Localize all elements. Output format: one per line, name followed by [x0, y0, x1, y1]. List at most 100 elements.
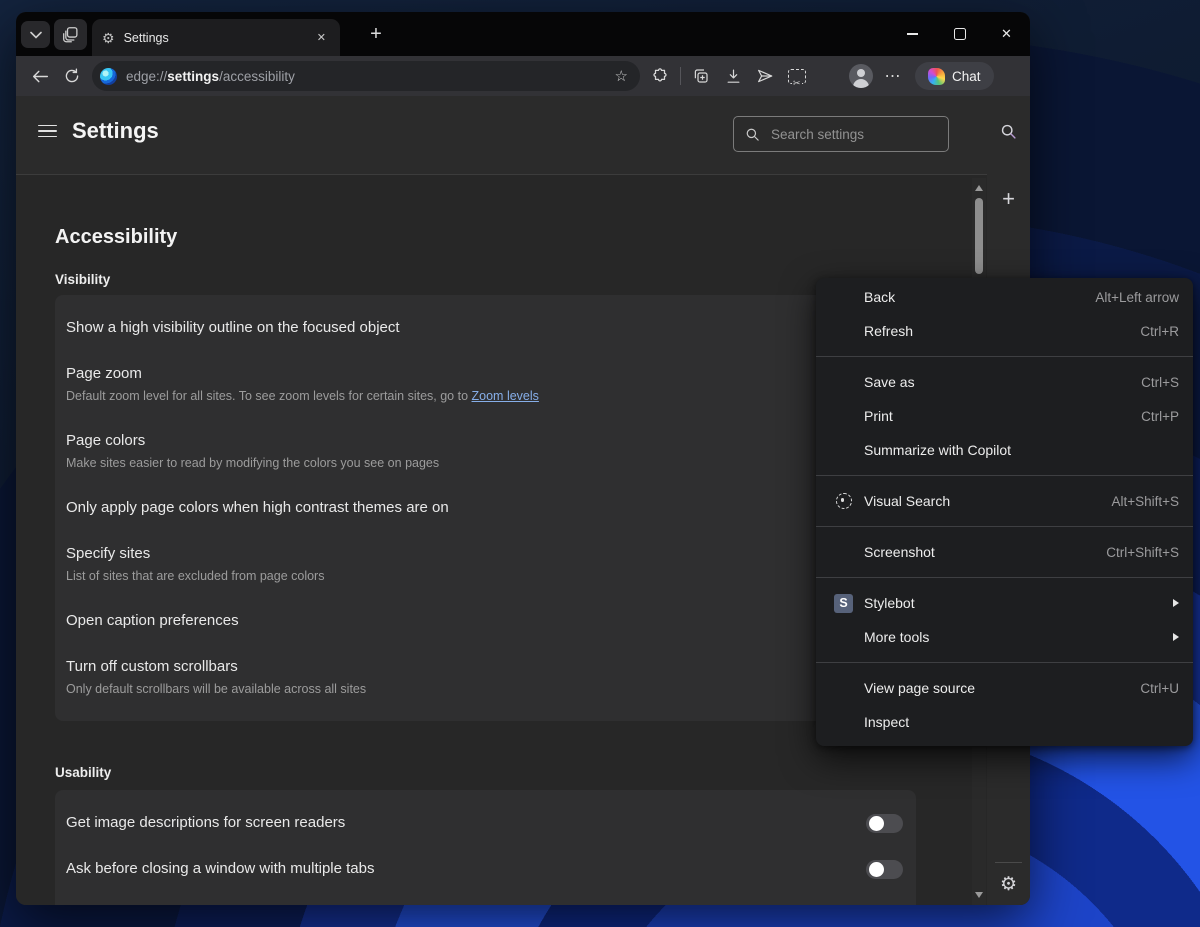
- downloads-button[interactable]: [717, 61, 749, 91]
- close-button[interactable]: ✕: [983, 12, 1030, 56]
- menu-item-shortcut: Alt+Shift+S: [1111, 494, 1179, 509]
- chevron-down-icon: [30, 31, 42, 39]
- ellipsis-icon: ⋯: [885, 66, 902, 86]
- menu-item-label: Inspect: [864, 714, 909, 730]
- settings-and-more-button[interactable]: ⋯: [877, 61, 909, 91]
- setting-row[interactable]: Page colors Make sites easier to read by…: [55, 418, 916, 485]
- menu-item-back[interactable]: Back Alt+Left arrow: [816, 280, 1193, 314]
- sidebar-add-button[interactable]: +: [987, 186, 1030, 212]
- menu-item-inspect[interactable]: Inspect: [816, 705, 1193, 739]
- menu-item-label: Save as: [864, 374, 915, 390]
- zoom-levels-link[interactable]: Zoom levels: [472, 389, 539, 403]
- menu-item-print[interactable]: Print Ctrl+P: [816, 399, 1193, 433]
- chat-label: Chat: [952, 69, 981, 84]
- scroll-down-arrow-icon[interactable]: [975, 892, 983, 898]
- copilot-chat-button[interactable]: Chat: [915, 62, 994, 90]
- refresh-button[interactable]: [56, 61, 88, 91]
- setting-title: Show a high visibility outline on the fo…: [66, 318, 400, 338]
- menu-item-more-tools[interactable]: More tools: [816, 620, 1193, 654]
- menu-item-screenshot[interactable]: Screenshot Ctrl+Shift+S: [816, 535, 1193, 569]
- section-heading-visibility: Visibility: [55, 272, 110, 287]
- menu-item-label: Summarize with Copilot: [864, 442, 1011, 458]
- setting-row[interactable]: Ask before closing a window with multipl…: [55, 846, 916, 892]
- collections-button[interactable]: [685, 61, 717, 91]
- setting-title: Turn off custom scrollbars: [66, 657, 366, 677]
- sidebar-settings-button[interactable]: ⚙: [987, 871, 1030, 897]
- address-bar[interactable]: edge://settings/accessibility ☆: [92, 61, 640, 91]
- tab-strip: ⚙ Settings ✕ + ✕: [16, 12, 1030, 56]
- url-scheme: edge://: [126, 69, 167, 84]
- menu-item-shortcut: Ctrl+S: [1141, 375, 1179, 390]
- avatar: [849, 64, 873, 88]
- setting-row[interactable]: Only apply page colors when high contras…: [55, 485, 916, 531]
- setting-title: Ask before closing a window with multipl…: [66, 859, 374, 879]
- copilot-logo-icon: [928, 68, 945, 85]
- description-text: Default zoom level for all sites. To see…: [66, 389, 472, 403]
- menu-item-save-as[interactable]: Save as Ctrl+S: [816, 365, 1193, 399]
- download-icon: [725, 68, 742, 85]
- setting-row[interactable]: Page zoom Default zoom level for all sit…: [55, 351, 916, 418]
- setting-row[interactable]: Get image descriptions for screen reader…: [55, 800, 916, 846]
- web-capture-button[interactable]: ✂: [781, 61, 813, 91]
- menu-item-label: Visual Search: [864, 493, 950, 509]
- visual-search-icon: [832, 490, 855, 513]
- settings-nav-title: Settings: [72, 118, 159, 144]
- setting-row[interactable]: Turn off custom scrollbars Only default …: [55, 644, 916, 711]
- minimize-button[interactable]: [889, 12, 936, 56]
- setting-title: Open caption preferences: [66, 611, 239, 631]
- refresh-icon: [64, 68, 80, 84]
- menu-item-shortcut: Alt+Left arrow: [1095, 290, 1179, 305]
- favorite-star-icon[interactable]: ☆: [615, 67, 628, 85]
- context-menu: Back Alt+Left arrow Refresh Ctrl+R Save …: [816, 278, 1193, 746]
- settings-search-input[interactable]: [769, 126, 937, 143]
- setting-row[interactable]: Specify sites List of sites that are exc…: [55, 531, 916, 598]
- url-text[interactable]: edge://settings/accessibility: [126, 69, 295, 84]
- setting-title: Only apply page colors when high contras…: [66, 498, 449, 518]
- menu-item-stylebot[interactable]: S Stylebot: [816, 586, 1193, 620]
- url-host: settings: [167, 69, 219, 84]
- visibility-card: Show a high visibility outline on the fo…: [55, 295, 916, 721]
- share-button[interactable]: [813, 61, 845, 91]
- toolbar-divider: [680, 67, 681, 85]
- menu-divider: [816, 356, 1193, 357]
- menu-item-label: Back: [864, 289, 895, 305]
- profile-button[interactable]: [845, 61, 877, 91]
- back-button[interactable]: [24, 61, 56, 91]
- setting-description: List of sites that are excluded from pag…: [66, 568, 324, 585]
- setting-row[interactable]: Show a high visibility outline on the fo…: [55, 305, 916, 351]
- menu-item-visual-search[interactable]: Visual Search Alt+Shift+S: [816, 484, 1193, 518]
- menu-item-refresh[interactable]: Refresh Ctrl+R: [816, 314, 1193, 348]
- scroll-up-arrow-icon[interactable]: [975, 185, 983, 191]
- submenu-arrow-icon: [1173, 599, 1179, 607]
- setting-description: Only default scrollbars will be availabl…: [66, 681, 366, 698]
- minimize-icon: [907, 33, 918, 34]
- new-tab-button[interactable]: +: [362, 20, 390, 48]
- tab-actions-menu-button[interactable]: [21, 21, 50, 48]
- setting-row[interactable]: [55, 892, 916, 905]
- tab-settings[interactable]: ⚙ Settings ✕: [92, 19, 340, 56]
- menu-divider: [816, 577, 1193, 578]
- toggle-off[interactable]: [866, 814, 903, 833]
- search-icon: [1000, 123, 1017, 140]
- menu-item-shortcut: Ctrl+R: [1140, 324, 1179, 339]
- toggle-off[interactable]: [866, 860, 903, 879]
- paper-plane-icon: [756, 67, 774, 85]
- workspaces-icon: [62, 26, 79, 43]
- setting-row[interactable]: Open caption preferences: [55, 598, 916, 644]
- toolbar: edge://settings/accessibility ☆ ✂ ⋯: [16, 56, 1030, 96]
- workspaces-button[interactable]: [54, 19, 87, 50]
- maximize-button[interactable]: [936, 12, 983, 56]
- scrollbar-thumb[interactable]: [975, 198, 983, 274]
- menu-divider: [816, 475, 1193, 476]
- hamburger-menu-icon[interactable]: [38, 125, 57, 138]
- sidebar-search-button[interactable]: [987, 118, 1030, 144]
- menu-item-summarize-with-copilot[interactable]: Summarize with Copilot: [816, 433, 1193, 467]
- menu-item-view-page-source[interactable]: View page source Ctrl+U: [816, 671, 1193, 705]
- tab-close-icon[interactable]: ✕: [313, 29, 330, 46]
- send-button[interactable]: [749, 61, 781, 91]
- setting-title: Page colors: [66, 431, 439, 451]
- gear-icon: ⚙: [102, 31, 115, 45]
- extensions-button[interactable]: [644, 61, 676, 91]
- maximize-icon: [954, 28, 966, 40]
- settings-search-box[interactable]: [733, 116, 949, 152]
